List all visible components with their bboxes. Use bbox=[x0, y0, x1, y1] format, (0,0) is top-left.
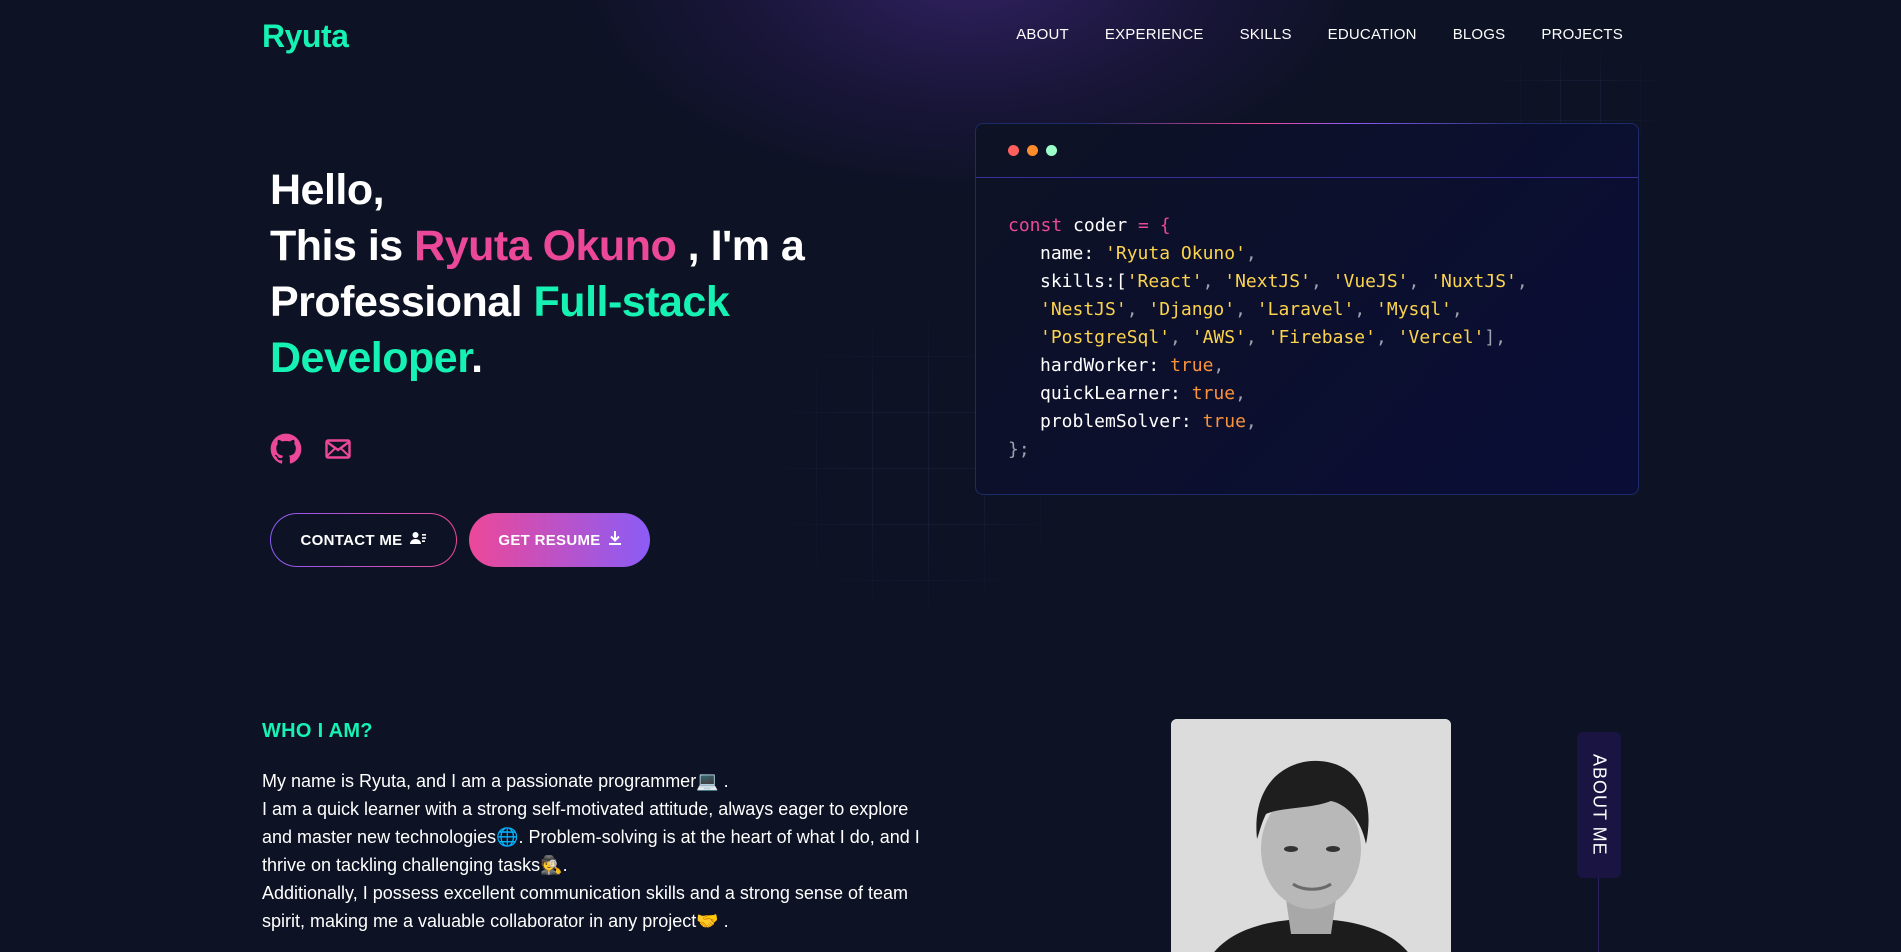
code-line-declaration: const coder = { bbox=[1008, 212, 1606, 240]
hero-period: . bbox=[471, 334, 483, 382]
about-paragraph-2: I am a quick learner with a strong self-… bbox=[262, 799, 920, 875]
about-paragraph-1: My name is Ryuta, and I am a passionate … bbox=[262, 771, 729, 791]
page: Ryuta ABOUT EXPERIENCE SKILLS EDUCATION … bbox=[0, 0, 1901, 952]
code-line-skills-1: skills:['React', 'NextJS', 'VueJS', 'Nux… bbox=[1040, 271, 1528, 292]
code-window: const coder = { name: 'Ryuta Okuno', ski… bbox=[975, 123, 1639, 495]
about-description: My name is Ryuta, and I am a passionate … bbox=[262, 767, 922, 935]
nav-item-about[interactable]: ABOUT bbox=[1016, 26, 1069, 43]
get-resume-button[interactable]: GET RESUME bbox=[469, 513, 650, 567]
code-skill: 'Laravel' bbox=[1256, 299, 1355, 320]
code-skill: 'Vercel' bbox=[1397, 327, 1485, 348]
about-me-tab-label: ABOUT ME bbox=[1589, 754, 1610, 856]
contact-me-button[interactable]: CONTACT ME bbox=[270, 513, 457, 567]
code-window-header bbox=[976, 124, 1638, 178]
contact-me-label: CONTACT ME bbox=[300, 531, 403, 549]
nav-item-education[interactable]: EDUCATION bbox=[1328, 26, 1417, 43]
code-block: const coder = { name: 'Ryuta Okuno', ski… bbox=[976, 178, 1638, 498]
about-me-side-tab[interactable]: ABOUT ME bbox=[1577, 732, 1621, 878]
code-variable: coder bbox=[1073, 215, 1128, 236]
code-key-hardworker: hardWorker: bbox=[1040, 355, 1160, 376]
code-skill: 'NuxtJS' bbox=[1430, 271, 1517, 292]
code-bool: true bbox=[1170, 355, 1214, 376]
code-line-skills-3: 'PostgreSql', 'AWS', 'Firebase', 'Vercel… bbox=[1040, 327, 1507, 348]
window-dot-green bbox=[1046, 145, 1057, 156]
code-skill: 'Django' bbox=[1148, 299, 1236, 320]
code-skill: 'Mysql' bbox=[1376, 299, 1452, 320]
brand-logo[interactable]: Ryuta bbox=[262, 18, 349, 55]
hero-intro-line: This is Ryuta Okuno , I'm a bbox=[270, 218, 890, 274]
about-tab-line bbox=[1598, 878, 1599, 952]
nav-item-skills[interactable]: SKILLS bbox=[1240, 26, 1292, 43]
nav-item-projects[interactable]: PROJECTS bbox=[1541, 26, 1623, 43]
code-bool: true bbox=[1191, 383, 1236, 404]
code-line-quicklearner: quickLearner: true, bbox=[1040, 383, 1246, 404]
code-key-skills: skills:[ bbox=[1040, 271, 1127, 292]
github-icon[interactable] bbox=[270, 433, 302, 465]
code-skill: 'NestJS' bbox=[1040, 299, 1127, 320]
contact-user-icon bbox=[410, 531, 427, 549]
hero-name: Ryuta Okuno bbox=[414, 222, 677, 270]
code-skill: 'Firebase' bbox=[1267, 327, 1376, 348]
code-skill: 'React' bbox=[1126, 271, 1203, 292]
code-line-skills-2: 'NestJS', 'Django', 'Laravel', 'Mysql', bbox=[1040, 299, 1463, 320]
profile-photo bbox=[1171, 719, 1451, 952]
code-line-problemsolver: problemSolver: true, bbox=[1040, 411, 1257, 432]
window-dot-red bbox=[1008, 145, 1019, 156]
hero-heading: Hello, This is Ryuta Okuno , I'm a Profe… bbox=[270, 162, 890, 386]
hero-greeting: Hello, bbox=[270, 166, 385, 214]
code-open-brace: = { bbox=[1127, 215, 1171, 236]
code-skill: 'PostgreSql' bbox=[1040, 327, 1171, 348]
code-skill: 'AWS' bbox=[1191, 327, 1246, 348]
nav-item-blogs[interactable]: BLOGS bbox=[1453, 26, 1506, 43]
code-keyword: const bbox=[1008, 215, 1063, 236]
code-skill: 'VueJS' bbox=[1332, 271, 1409, 292]
code-bool: true bbox=[1202, 411, 1246, 432]
code-key-problemsolver: problemSolver: bbox=[1040, 411, 1192, 432]
nav-item-experience[interactable]: EXPERIENCE bbox=[1105, 26, 1204, 43]
hero-im-a: , I'm a bbox=[676, 222, 805, 270]
about-section-title: WHO I AM? bbox=[262, 720, 373, 742]
code-skill: 'NextJS' bbox=[1224, 271, 1311, 292]
hero-role-line: Professional Full-stack Developer. bbox=[270, 274, 890, 386]
mail-icon[interactable] bbox=[322, 433, 354, 465]
code-line-name: name: 'Ryuta Okuno', bbox=[1040, 243, 1257, 264]
hero-professional: Professional bbox=[270, 278, 534, 326]
code-value-name: 'Ryuta Okuno' bbox=[1105, 243, 1246, 264]
download-icon bbox=[608, 531, 621, 549]
hero-this-is: This is bbox=[270, 222, 415, 270]
about-paragraph-3: Additionally, I possess excellent commun… bbox=[262, 883, 908, 931]
window-dot-orange bbox=[1027, 145, 1038, 156]
social-links bbox=[270, 433, 354, 465]
code-key-quicklearner: quickLearner: bbox=[1040, 383, 1181, 404]
code-line-close: }; bbox=[1008, 439, 1030, 460]
code-key-name: name: bbox=[1040, 243, 1095, 264]
code-line-hardworker: hardWorker: true, bbox=[1040, 355, 1225, 376]
get-resume-label: GET RESUME bbox=[498, 531, 601, 549]
main-nav: ABOUT EXPERIENCE SKILLS EDUCATION BLOGS … bbox=[1016, 26, 1623, 43]
